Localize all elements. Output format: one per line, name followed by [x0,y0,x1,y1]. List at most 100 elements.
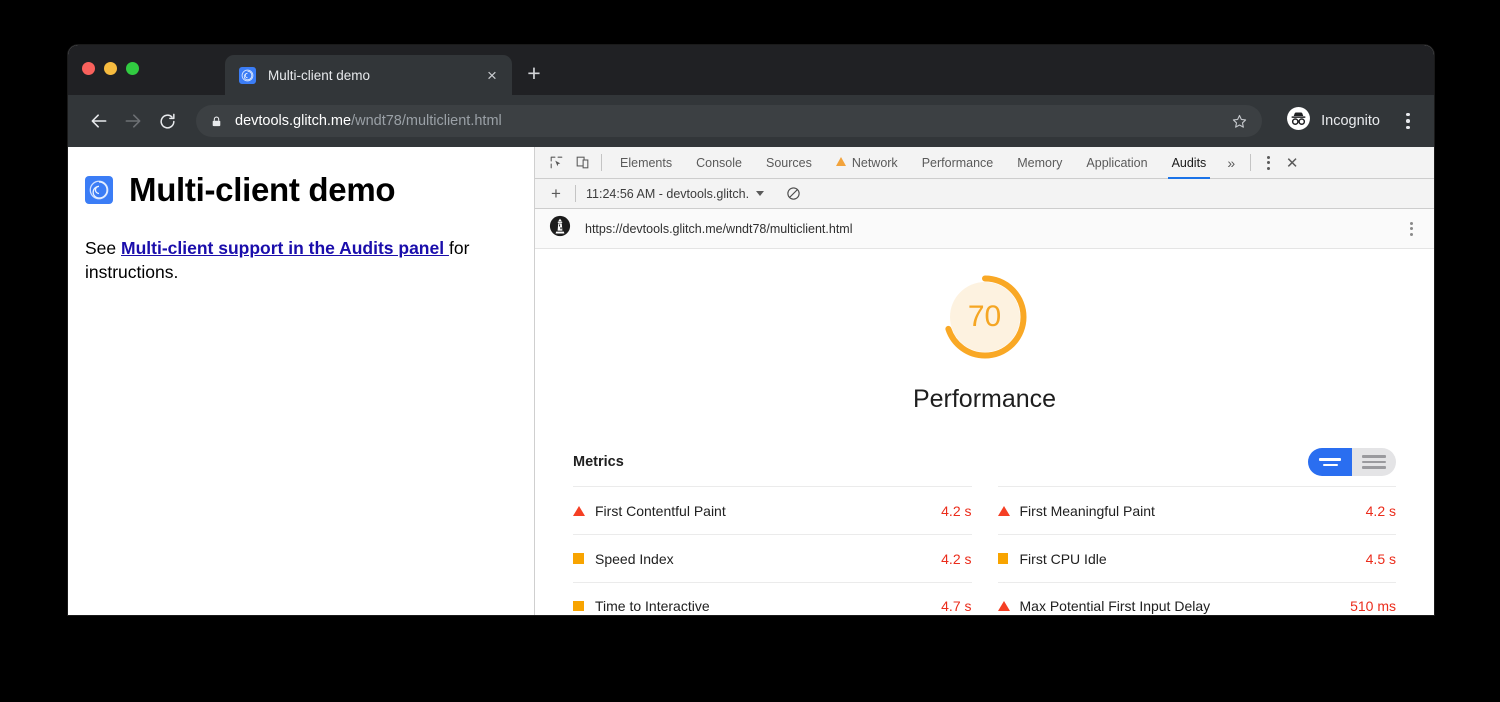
minimize-window-button[interactable] [104,62,117,75]
window-controls [82,62,139,75]
address-bar[interactable]: devtools.glitch.me/wndt78/multiclient.ht… [196,105,1262,137]
metric-name: First Contentful Paint [595,503,933,519]
status-fail-icon [998,506,1020,516]
audits-toolbar: + 11:24:56 AM - devtools.glitch. [535,179,1434,209]
close-window-button[interactable] [82,62,95,75]
arrow-right-icon [116,104,150,138]
spiral-favicon [85,176,113,204]
browser-tab-title: Multi-client demo [268,68,482,83]
toggle-grouped-view[interactable] [1308,448,1352,476]
close-icon[interactable]: × [482,65,502,85]
device-toggle-icon[interactable] [569,150,595,176]
metric-value: 4.2 s [933,503,971,519]
metric-name: First CPU Idle [1020,551,1358,567]
tab-application[interactable]: Application [1074,147,1159,179]
toolbar-divider [1250,154,1251,171]
status-average-icon [998,553,1020,564]
browser-tab-strip: Multi-client demo × + [68,45,1434,95]
browser-toolbar: devtools.glitch.me/wndt78/multiclient.ht… [68,95,1434,147]
viewport: Multi-client demo See Multi-client suppo… [68,147,1434,615]
report-url: https://devtools.glitch.me/wndt78/multic… [585,222,1400,236]
warning-triangle-icon [836,157,846,166]
devtools-menu-icon[interactable] [1257,150,1279,176]
metric-name: Speed Index [595,551,933,567]
tab-label: Elements [620,156,672,170]
url-host: devtools.glitch.me [235,113,351,129]
url-path: /wndt78/multiclient.html [351,113,502,129]
metric-row[interactable]: First Contentful Paint 4.2 s [573,486,972,534]
tab-console[interactable]: Console [684,147,754,179]
devtools-tabbar: Elements Console Sources Network Perform… [535,147,1434,179]
metrics-column-right: First Meaningful Paint 4.2 s First CPU I… [998,486,1397,615]
lighthouse-report: 70 Performance Metrics [535,249,1434,615]
lock-icon [210,115,223,128]
tab-audits[interactable]: Audits [1160,147,1219,179]
clear-icon[interactable] [780,182,806,206]
page-title: Multi-client demo [85,171,508,209]
incognito-indicator[interactable]: Incognito [1286,106,1380,136]
audit-run-selector[interactable]: 11:24:56 AM - devtools.glitch. [582,187,768,201]
toolbar-divider [601,154,602,171]
metric-value: 4.2 s [1358,503,1396,519]
performance-score: 70 [939,271,1031,363]
metrics-section: Metrics [535,448,1434,615]
performance-gauge: 70 [939,271,1031,363]
page-instructions: See Multi-client support in the Audits p… [85,237,505,284]
close-devtools-icon[interactable]: ✕ [1279,150,1305,176]
metric-value: 510 ms [1342,598,1396,614]
metric-name: First Meaningful Paint [1020,503,1358,519]
metric-name: Max Potential First Input Delay [1020,598,1343,614]
tab-label: Console [696,156,742,170]
tab-label: Memory [1017,156,1062,170]
maximize-window-button[interactable] [126,62,139,75]
star-icon[interactable] [1224,106,1254,136]
metric-row[interactable]: Time to Interactive 4.7 s [573,582,972,615]
status-fail-icon [998,601,1020,611]
status-average-icon [573,601,595,612]
metrics-header: Metrics [573,448,1396,478]
report-header: https://devtools.glitch.me/wndt78/multic… [535,209,1434,249]
tab-label: Performance [922,156,994,170]
performance-category-label: Performance [913,385,1056,414]
metric-row[interactable]: Speed Index 4.2 s [573,534,972,582]
tab-sources[interactable]: Sources [754,147,824,179]
metric-row[interactable]: First CPU Idle 4.5 s [998,534,1397,582]
incognito-icon [1286,106,1311,136]
tab-label: Network [852,156,898,170]
tab-label: Audits [1172,156,1207,170]
metric-row[interactable]: First Meaningful Paint 4.2 s [998,486,1397,534]
metric-value: 4.5 s [1358,551,1396,567]
tab-label: Application [1086,156,1147,170]
browser-window: Multi-client demo × + devtools.g [68,45,1434,615]
report-menu-icon[interactable] [1400,216,1422,242]
status-fail-icon [573,506,595,516]
tab-performance[interactable]: Performance [910,147,1006,179]
toggle-list-view[interactable] [1352,448,1396,476]
address-bar-text: devtools.glitch.me/wndt78/multiclient.ht… [235,113,1224,129]
inspect-cursor-icon[interactable] [543,150,569,176]
reload-icon[interactable] [150,104,184,138]
browser-tab[interactable]: Multi-client demo × [225,55,512,95]
tab-network[interactable]: Network [824,147,910,179]
lighthouse-icon [549,215,571,242]
metrics-title: Metrics [573,454,624,470]
devtools-panel: Elements Console Sources Network Perform… [535,147,1434,615]
tab-elements[interactable]: Elements [608,147,684,179]
new-audit-button[interactable]: + [543,182,569,206]
page-content: Multi-client demo See Multi-client suppo… [68,147,535,615]
kebab-menu-icon[interactable] [1394,106,1422,136]
audit-run-label: 11:24:56 AM - devtools.glitch. [586,187,749,201]
tab-memory[interactable]: Memory [1005,147,1074,179]
new-tab-button[interactable]: + [520,59,548,87]
performance-gauge-block: 70 Performance [535,271,1434,414]
status-average-icon [573,553,595,564]
more-tabs-button[interactable]: » [1218,155,1244,171]
arrow-left-icon[interactable] [82,104,116,138]
toolbar-divider [575,185,576,202]
metric-row[interactable]: Max Potential First Input Delay 510 ms [998,582,1397,615]
metric-value: 4.2 s [933,551,971,567]
incognito-label: Incognito [1321,113,1380,129]
spiral-favicon [239,67,256,84]
metrics-view-toggle[interactable] [1308,448,1396,476]
audits-docs-link[interactable]: Multi-client support in the Audits panel [121,238,449,258]
